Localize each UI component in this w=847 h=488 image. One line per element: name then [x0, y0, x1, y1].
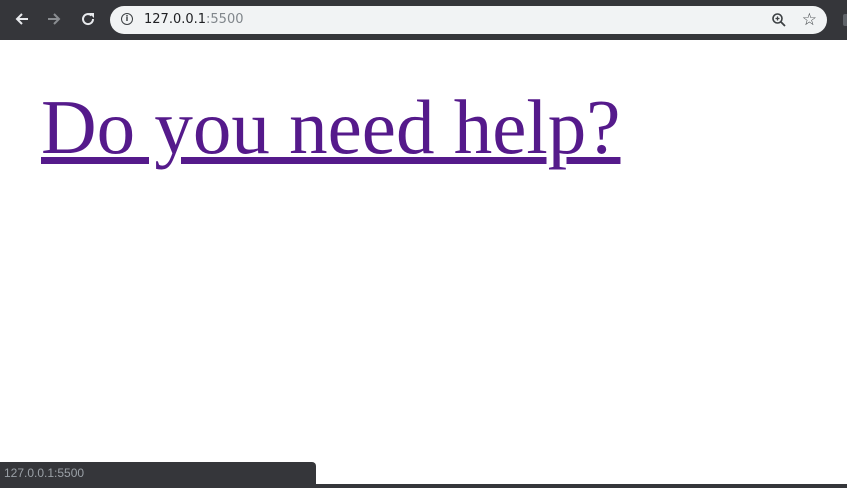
page-content: Do you need help? — [0, 40, 847, 488]
bookmark-star-icon[interactable]: ☆ — [802, 10, 817, 30]
reload-icon — [82, 13, 95, 26]
help-link[interactable]: Do you need help? — [41, 82, 620, 172]
url-host: 127.0.0.1 — [144, 12, 207, 27]
url-port: :5500 — [206, 12, 244, 27]
url-text[interactable]: 127.0.0.1:5500 — [144, 12, 244, 28]
info-icon[interactable]: i — [121, 13, 133, 25]
zoom-in-icon[interactable] — [771, 12, 787, 28]
address-bar[interactable]: i 127.0.0.1:5500 ☆ — [110, 6, 827, 34]
arrow-right-icon — [48, 13, 61, 25]
menu-icon[interactable] — [843, 14, 847, 26]
arrow-left-icon — [15, 13, 28, 25]
status-bubble: 127.0.0.1:5500 — [0, 462, 316, 486]
status-url: 127.0.0.1:5500 — [4, 466, 85, 480]
reload-button[interactable] — [76, 7, 100, 31]
back-button[interactable] — [10, 7, 34, 31]
forward-button[interactable] — [42, 7, 66, 31]
browser-toolbar: i 127.0.0.1:5500 ☆ — [0, 0, 847, 40]
